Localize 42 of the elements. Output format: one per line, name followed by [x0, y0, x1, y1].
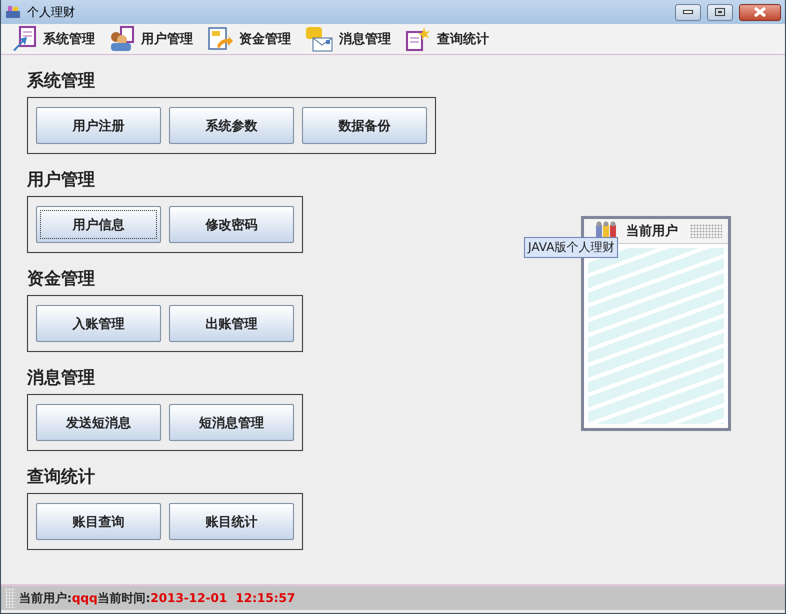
users-icon — [109, 26, 135, 52]
action-button[interactable]: 账目统计 — [169, 503, 294, 540]
user-label: 当前用户: — [19, 590, 72, 606]
action-button[interactable]: 用户注册 — [36, 107, 161, 144]
section-heading: 用户管理 — [27, 169, 95, 192]
message-envelope-icon — [305, 26, 333, 52]
toolbar-button[interactable]: 用户管理 — [109, 26, 193, 52]
window-title: 个人理财 — [27, 4, 75, 20]
document-star-icon — [405, 26, 431, 52]
tooltip: JAVA版个人理财 — [524, 237, 618, 258]
toolbar-button[interactable]: 查询统计 — [405, 26, 489, 52]
maximize-button[interactable] — [707, 4, 733, 20]
action-button[interactable]: 短消息管理 — [169, 404, 294, 441]
action-button[interactable]: 发送短消息 — [36, 404, 161, 441]
dotted-pattern — [690, 224, 722, 238]
document-arrow-icon — [207, 26, 233, 52]
document-arrow-icon — [11, 26, 37, 52]
action-button[interactable]: 出账管理 — [169, 305, 294, 342]
section-heading: 消息管理 — [27, 367, 95, 390]
time-value: 2013-12-01 12:15:57 — [150, 591, 296, 605]
app-icon — [5, 5, 21, 19]
close-button[interactable] — [739, 4, 781, 20]
section-heading: 系统管理 — [27, 70, 95, 93]
card-title: 当前用户 — [626, 222, 678, 240]
section-heading: 查询统计 — [27, 466, 95, 489]
action-button[interactable]: 用户信息 — [36, 206, 161, 243]
close-icon — [754, 7, 766, 17]
toolbar-button[interactable]: 系统管理 — [11, 26, 95, 52]
action-button[interactable]: 数据备份 — [302, 107, 427, 144]
section-heading: 资金管理 — [27, 268, 95, 291]
toolbar-button[interactable]: 资金管理 — [207, 26, 291, 52]
minimize-icon — [683, 10, 693, 14]
minimize-button[interactable] — [675, 4, 701, 20]
action-button[interactable]: 系统参数 — [169, 107, 294, 144]
toolbar-button[interactable]: 消息管理 — [305, 26, 391, 52]
time-label: 当前时间: — [98, 590, 150, 606]
status-grip — [5, 588, 15, 608]
user-name: qqq — [72, 591, 98, 605]
maximize-icon — [715, 8, 725, 16]
action-button[interactable]: 修改密码 — [169, 206, 294, 243]
action-button[interactable]: 入账管理 — [36, 305, 161, 342]
action-button[interactable]: 账目查询 — [36, 503, 161, 540]
